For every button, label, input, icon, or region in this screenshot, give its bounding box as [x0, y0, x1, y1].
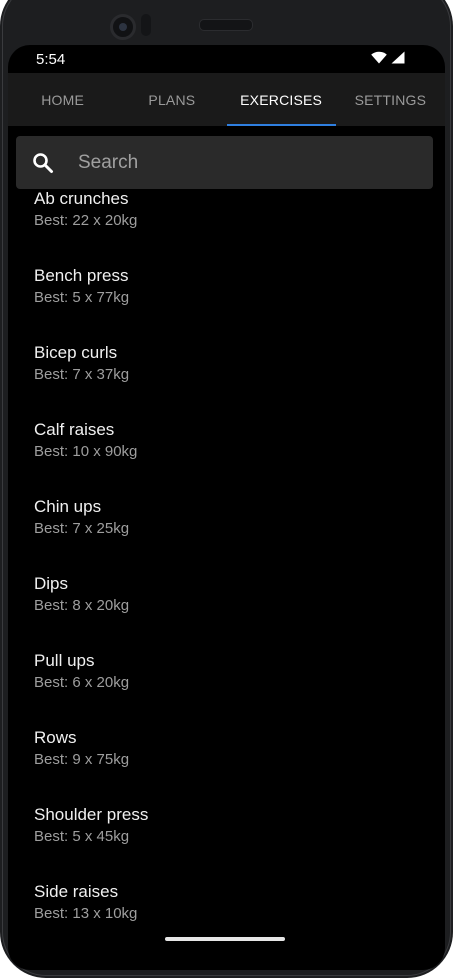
exercise-best: Best: 5 x 77kg	[34, 289, 130, 306]
exercise-best: Best: 7 x 37kg	[34, 366, 130, 383]
exercise-name: Calf raises	[34, 420, 115, 439]
exercise-name: Chin ups	[34, 497, 102, 516]
exercise-item-calf-raises[interactable]: Calf raises Best: 10 x 90kg	[8, 420, 445, 497]
cell-signal-icon	[391, 51, 405, 69]
search-icon	[16, 136, 70, 189]
status-time: 5:54	[36, 51, 66, 68]
exercise-best: Best: 9 x 75kg	[34, 751, 130, 768]
home-gesture-bar[interactable]	[165, 937, 285, 941]
proximity-sensor	[141, 14, 151, 36]
exercise-best: Best: 5 x 45kg	[34, 828, 130, 845]
phone-frame: 5:54 HOME PLANS EXERCISES SETTINGS Searc…	[0, 0, 453, 978]
status-bar: 5:54	[8, 45, 445, 73]
exercise-name: Pull ups	[34, 651, 95, 670]
exercise-item-rows[interactable]: Rows Best: 9 x 75kg	[8, 728, 445, 805]
exercise-best: Best: 22 x 20kg	[34, 212, 138, 229]
exercise-item-chin-ups[interactable]: Chin ups Best: 7 x 25kg	[8, 497, 445, 574]
wifi-icon	[371, 51, 387, 69]
earpiece-speaker	[199, 19, 253, 31]
tab-exercises[interactable]: EXERCISES	[226, 73, 337, 126]
exercise-item-shoulder-press[interactable]: Shoulder press Best: 5 x 45kg	[8, 805, 445, 882]
exercise-name: Bicep curls	[34, 343, 118, 362]
exercise-item-side-raises[interactable]: Side raises Best: 13 x 10kg	[8, 882, 445, 959]
status-icons	[371, 51, 405, 69]
exercise-best: Best: 8 x 20kg	[34, 597, 130, 614]
search-input[interactable]	[70, 136, 433, 189]
exercise-item-bicep-curls[interactable]: Bicep curls Best: 7 x 37kg	[8, 343, 445, 420]
exercise-list: Ab crunches Best: 22 x 20kg Bench press …	[8, 189, 445, 959]
exercise-item-ab-crunches[interactable]: Ab crunches Best: 22 x 20kg	[8, 189, 445, 266]
tab-home[interactable]: HOME	[8, 73, 117, 126]
exercise-name: Dips	[34, 574, 69, 593]
exercise-name: Side raises	[34, 882, 119, 901]
exercise-best: Best: 10 x 90kg	[34, 443, 138, 460]
tab-bar: HOME PLANS EXERCISES SETTINGS	[8, 73, 445, 126]
search-bar[interactable]	[16, 136, 433, 189]
exercise-best: Best: 13 x 10kg	[34, 905, 138, 922]
exercise-item-pull-ups[interactable]: Pull ups Best: 6 x 20kg	[8, 651, 445, 728]
exercise-item-bench-press[interactable]: Bench press Best: 5 x 77kg	[8, 266, 445, 343]
exercise-name: Shoulder press	[34, 805, 149, 824]
front-camera	[110, 14, 136, 40]
exercise-best: Best: 6 x 20kg	[34, 674, 130, 691]
tab-settings[interactable]: SETTINGS	[336, 73, 445, 126]
app-screen: 5:54 HOME PLANS EXERCISES SETTINGS Searc…	[8, 45, 445, 970]
exercise-best: Best: 7 x 25kg	[34, 520, 130, 537]
exercise-item-dips[interactable]: Dips Best: 8 x 20kg	[8, 574, 445, 651]
exercise-name: Ab crunches	[34, 189, 129, 208]
tab-plans[interactable]: PLANS	[117, 73, 226, 126]
exercise-name: Bench press	[34, 266, 129, 285]
exercise-name: Rows	[34, 728, 77, 747]
